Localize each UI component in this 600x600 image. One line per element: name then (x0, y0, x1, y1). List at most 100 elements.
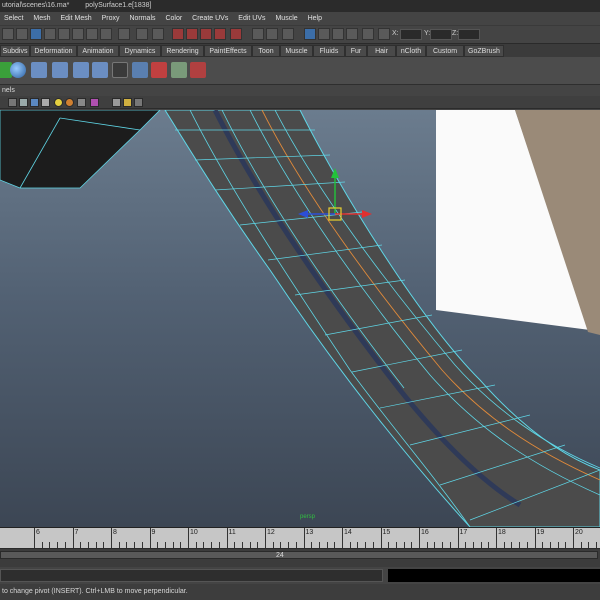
tab-rendering[interactable]: Rendering (161, 45, 204, 57)
shelf-joint-icon[interactable] (31, 62, 47, 78)
menu-edit-uvs[interactable]: Edit UVs (238, 12, 265, 25)
shelf-paint-weights-icon[interactable] (151, 62, 167, 78)
snap-curve-icon[interactable] (186, 28, 198, 40)
time-tick (72, 528, 74, 548)
shelf-ik-handle-icon[interactable] (52, 62, 68, 78)
command-result-field (388, 569, 600, 582)
shadows-icon[interactable] (65, 98, 74, 107)
time-tick-label: 18 (498, 529, 506, 536)
shelf (0, 57, 600, 85)
tab-dynamics[interactable]: Dynamics (119, 45, 161, 57)
tab-deformation[interactable]: Deformation (30, 45, 77, 57)
smooth-shade-icon[interactable] (30, 98, 39, 107)
tab-hair[interactable]: Hair (367, 45, 396, 57)
menu-bar: Select Mesh Edit Mesh Proxy Normals Colo… (0, 12, 600, 25)
y-field[interactable] (430, 29, 452, 40)
shelf-cluster-icon[interactable] (132, 62, 148, 78)
range-bar[interactable] (0, 551, 598, 559)
time-tick-label: 16 (421, 529, 429, 536)
edge-mask-icon[interactable] (72, 28, 84, 40)
snap-view-plane-icon[interactable] (214, 28, 226, 40)
help-icon[interactable] (118, 28, 130, 40)
command-line (0, 567, 600, 584)
tab-custom[interactable]: Custom (426, 45, 464, 57)
snap-grid-icon[interactable] (172, 28, 184, 40)
highlight-selection-icon[interactable] (152, 28, 164, 40)
tab-muscle[interactable]: Muscle (280, 45, 313, 57)
uv-mask-icon[interactable] (100, 28, 112, 40)
time-tick (226, 528, 228, 548)
menu-proxy[interactable]: Proxy (102, 12, 120, 25)
viewport-persp[interactable]: persp (0, 110, 600, 527)
dark-mesh-object (0, 110, 161, 189)
time-tick-label: 13 (305, 529, 314, 536)
textured-icon[interactable] (41, 98, 50, 107)
menu-muscle[interactable]: Muscle (275, 12, 297, 25)
tab-toon[interactable]: Toon (252, 45, 280, 57)
history-icon[interactable] (252, 28, 264, 40)
tab-subdivs[interactable]: Subdivs (0, 45, 30, 57)
shelf-mirror-icon[interactable] (171, 62, 187, 78)
shelf-script-icon[interactable] (112, 62, 128, 78)
vertex-mask-icon[interactable] (58, 28, 70, 40)
shelf-sphere-icon[interactable] (10, 62, 26, 78)
x-field[interactable] (400, 29, 422, 40)
menu-edit-mesh[interactable]: Edit Mesh (61, 12, 92, 25)
range-end-frame: 24 (276, 552, 284, 559)
command-input[interactable] (0, 569, 383, 582)
time-tick (457, 528, 459, 548)
tab-ncloth[interactable]: nCloth (396, 45, 426, 57)
time-tick-label: 10 (190, 529, 198, 536)
time-tick (188, 528, 189, 548)
isolate-icon[interactable] (77, 98, 86, 107)
menu-color[interactable]: Color (165, 12, 182, 25)
time-tick-label: 6 (36, 529, 40, 536)
shelf-detach-skin-icon[interactable] (92, 62, 108, 78)
shelf-skin-bind-icon[interactable] (73, 62, 89, 78)
time-tick (149, 528, 151, 548)
ipr-render-icon[interactable] (318, 28, 330, 40)
menu-help[interactable]: Help (308, 12, 322, 25)
range-slider[interactable]: 24 (0, 548, 600, 567)
resolution-gate-icon[interactable] (134, 98, 143, 107)
panels-menu[interactable]: nels (2, 87, 15, 94)
camera-select-icon[interactable] (8, 98, 17, 107)
select-by-hierarchy-icon[interactable] (16, 28, 28, 40)
tab-gozbrush[interactable]: GoZBrush (464, 45, 504, 57)
grid-icon[interactable] (112, 98, 121, 107)
lock-selection-icon[interactable] (136, 28, 148, 40)
select-by-object-icon[interactable] (30, 28, 42, 40)
time-tick-label: 12 (267, 529, 275, 536)
face-mask-icon[interactable] (86, 28, 98, 40)
transform-icon[interactable] (362, 28, 374, 40)
lights-icon[interactable] (54, 98, 63, 107)
construction-history-icon[interactable] (266, 28, 278, 40)
tab-animation[interactable]: Animation (77, 45, 119, 57)
wireframe-icon[interactable] (19, 98, 28, 107)
time-tick (342, 528, 343, 548)
time-tick (496, 528, 497, 548)
film-gate-icon[interactable] (123, 98, 132, 107)
x-label: X: (392, 30, 399, 37)
time-slider[interactable]: 6 7 8 9 10 11 12 13 14 15 16 17 18 19 20 (0, 527, 600, 548)
render-view-icon[interactable] (282, 28, 294, 40)
tab-fur[interactable]: Fur (345, 45, 367, 57)
menu-normals[interactable]: Normals (129, 12, 155, 25)
render-settings-icon[interactable] (332, 28, 344, 40)
shelf-delete-history-icon[interactable] (190, 62, 206, 78)
hypershade-icon[interactable] (346, 28, 358, 40)
menu-mesh[interactable]: Mesh (33, 12, 50, 25)
z-field[interactable] (458, 29, 480, 40)
tab-painteffects[interactable]: PaintEffects (204, 45, 252, 57)
select-by-component-icon[interactable] (44, 28, 56, 40)
camera-label: persp (300, 514, 316, 520)
make-live-icon[interactable] (230, 28, 242, 40)
xray-icon[interactable] (90, 98, 99, 107)
mode-dropdown-icon[interactable] (2, 28, 14, 40)
snap-point-icon[interactable] (200, 28, 212, 40)
absolute-transform-icon[interactable] (378, 28, 390, 40)
tab-fluids[interactable]: Fluids (313, 45, 345, 57)
render-current-frame-icon[interactable] (304, 28, 316, 40)
menu-create-uvs[interactable]: Create UVs (192, 12, 228, 25)
menu-select[interactable]: Select (4, 12, 23, 25)
